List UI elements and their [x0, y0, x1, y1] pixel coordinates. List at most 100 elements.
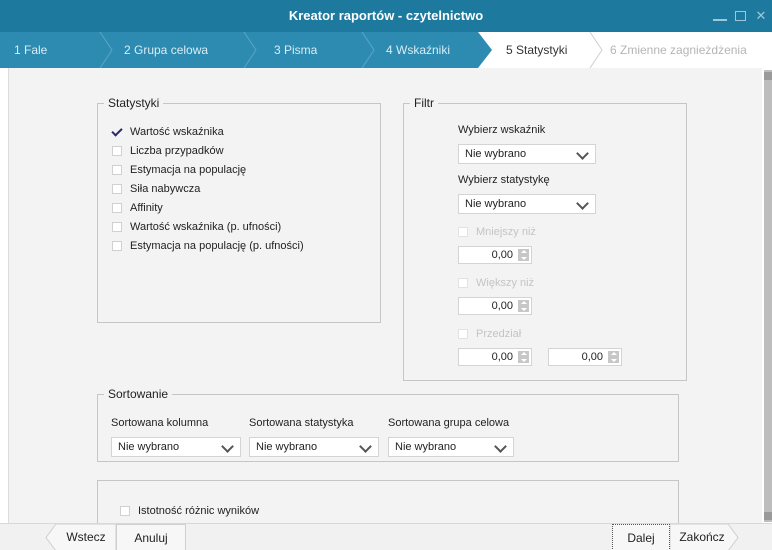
finish-button[interactable]: Zakończ — [670, 524, 740, 550]
spinner-arrows-icon[interactable] — [518, 351, 529, 363]
next-button[interactable]: Dalej — [612, 524, 670, 550]
dropdown-value: Nie wybrano — [118, 441, 180, 453]
checkbox[interactable] — [112, 241, 122, 251]
checkbox-label: Siła nabywcza — [130, 183, 201, 195]
checkbox[interactable] — [120, 506, 130, 516]
sortowana-kolumna-dropdown[interactable]: Nie wybrano — [111, 437, 241, 457]
istotnosc-group: Istotność różnic wyników — [97, 480, 679, 523]
vertical-scrollbar[interactable] — [764, 70, 772, 522]
minimize-icon[interactable] — [713, 11, 727, 21]
scroll-up-icon[interactable] — [764, 72, 772, 80]
przedzial-to-spinner[interactable]: 0,00 — [548, 348, 622, 366]
spinner-value: 0,00 — [581, 351, 603, 363]
statystyki-title: Statystyki — [104, 96, 164, 110]
spinner-arrows-icon[interactable] — [518, 249, 529, 261]
checkbox-label: Liczba przypadków — [130, 145, 224, 157]
wizard-steps: 1 Fale 2 Grupa celowa 3 Pisma 4 Wskaźnik… — [0, 32, 772, 68]
step-label: 3 Pisma — [274, 43, 318, 57]
checkbox-label: Przedział — [476, 328, 522, 340]
step-label: 2 Grupa celowa — [124, 43, 209, 57]
stat-affinity[interactable]: Affinity — [112, 200, 163, 216]
step-label: 5 Statystyki — [506, 43, 568, 57]
checkbox-label: Istotność różnic wyników — [138, 505, 260, 517]
checkbox[interactable] — [112, 127, 122, 137]
sortowana-grupa-dropdown[interactable]: Nie wybrano — [388, 437, 514, 457]
dropdown-value: Nie wybrano — [465, 198, 527, 210]
step-zmienne-zagniezdzenia: 6 Zmienne zagnieżdżenia — [590, 32, 772, 68]
back-label: Wstecz — [66, 530, 106, 544]
spinner-value: 0,00 — [491, 351, 513, 363]
window-title: Kreator raportów - czytelnictwo — [288, 8, 484, 23]
checkbox[interactable] — [112, 146, 122, 156]
stat-liczba-przypadkow[interactable]: Liczba przypadków — [112, 143, 224, 159]
checkbox-label: Mniejszy niż — [476, 226, 536, 238]
stat-estymacja-ufnosci[interactable]: Estymacja na populację (p. ufności) — [112, 238, 304, 254]
sortowana-kolumna-label: Sortowana kolumna — [111, 417, 209, 429]
checkbox-label: Większy niż — [476, 277, 535, 289]
spinner-arrows-icon[interactable] — [518, 300, 529, 312]
wiekszy-niz-spinner[interactable]: 0,00 — [458, 297, 532, 315]
cancel-button[interactable]: Anuluj — [116, 524, 186, 550]
checkbox[interactable] — [112, 203, 122, 213]
checkbox — [458, 227, 468, 237]
checkbox-label: Estymacja na populację (p. ufności) — [130, 240, 304, 252]
checkbox — [458, 329, 468, 339]
checkbox[interactable] — [112, 184, 122, 194]
step-separator — [478, 32, 496, 68]
mniejszy-niz-checkbox: Mniejszy niż — [458, 224, 536, 240]
close-icon[interactable]: ✕ — [754, 9, 768, 23]
scroll-down-icon[interactable] — [764, 512, 772, 520]
checkbox-label: Estymacja na populację — [130, 164, 247, 176]
step-fale[interactable]: 1 Fale — [0, 32, 104, 68]
step-separator — [588, 32, 606, 68]
next-label: Dalej — [627, 531, 655, 545]
spinner-value: 0,00 — [491, 300, 513, 312]
window-controls: ✕ — [713, 6, 772, 26]
step-grupa-celowa[interactable]: 2 Grupa celowa — [110, 32, 246, 68]
przedzial-from-spinner[interactable]: 0,00 — [458, 348, 532, 366]
checkbox-label: Affinity — [130, 202, 163, 214]
stat-sila-nabywcza[interactable]: Siła nabywcza — [112, 181, 200, 197]
przedzial-checkbox: Przedział — [458, 326, 521, 342]
chevron-down-icon — [576, 147, 589, 160]
mniejszy-niz-spinner[interactable]: 0,00 — [458, 246, 532, 264]
dropdown-value: Nie wybrano — [465, 148, 527, 160]
checkbox-label: Wartość wskaźnika — [130, 126, 224, 138]
istotnosc-checkbox[interactable]: Istotność różnic wyników — [120, 503, 259, 519]
back-button[interactable]: Wstecz — [44, 524, 116, 550]
title-bar: Kreator raportów - czytelnictwo ✕ — [0, 0, 772, 32]
cancel-label: Anuluj — [134, 531, 168, 545]
wiekszy-niz-checkbox: Większy niż — [458, 275, 534, 291]
checkbox[interactable] — [112, 222, 122, 232]
content-panel: Statystyki Wartość wskaźnika Liczba przy… — [8, 68, 762, 523]
statystyki-group: Statystyki Wartość wskaźnika Liczba przy… — [97, 96, 381, 323]
dropdown-value: Nie wybrano — [256, 441, 318, 453]
dropdown-value: Nie wybrano — [395, 441, 457, 453]
checkbox-label: Wartość wskaźnika (p. ufności) — [130, 221, 282, 233]
finish-label: Zakończ — [679, 530, 725, 544]
chevron-down-icon — [221, 440, 234, 453]
step-label: 1 Fale — [14, 43, 48, 57]
step-pisma[interactable]: 3 Pisma — [258, 32, 362, 68]
sortowanie-group: Sortowanie Sortowana kolumna Nie wybrano… — [97, 387, 679, 462]
step-label: 4 Wskaźniki — [386, 43, 451, 57]
maximize-icon[interactable] — [735, 11, 746, 21]
step-label: 6 Zmienne zagnieżdżenia — [610, 43, 747, 57]
stat-estymacja[interactable]: Estymacja na populację — [112, 162, 246, 178]
filtr-title: Filtr — [410, 96, 438, 110]
chevron-down-icon — [494, 440, 507, 453]
step-wskazniki[interactable]: 4 Wskaźniki — [372, 32, 480, 68]
sortowana-statystyka-label: Sortowana statystyka — [249, 417, 354, 429]
chevron-down-icon — [359, 440, 372, 453]
stat-wartosc-ufnosci[interactable]: Wartość wskaźnika (p. ufności) — [112, 219, 281, 235]
stat-wartosc-wskaznika[interactable]: Wartość wskaźnika — [112, 124, 224, 140]
wybierz-wskaznik-label: Wybierz wskaźnik — [458, 124, 546, 136]
sortowana-grupa-label: Sortowana grupa celowa — [388, 417, 510, 429]
sortowana-statystyka-dropdown[interactable]: Nie wybrano — [249, 437, 379, 457]
sortowanie-title: Sortowanie — [104, 387, 173, 401]
checkbox[interactable] — [112, 165, 122, 175]
statystyka-dropdown[interactable]: Nie wybrano — [458, 194, 596, 214]
chevron-down-icon — [576, 197, 589, 210]
spinner-arrows-icon[interactable] — [608, 351, 619, 363]
wskaznik-dropdown[interactable]: Nie wybrano — [458, 144, 596, 164]
